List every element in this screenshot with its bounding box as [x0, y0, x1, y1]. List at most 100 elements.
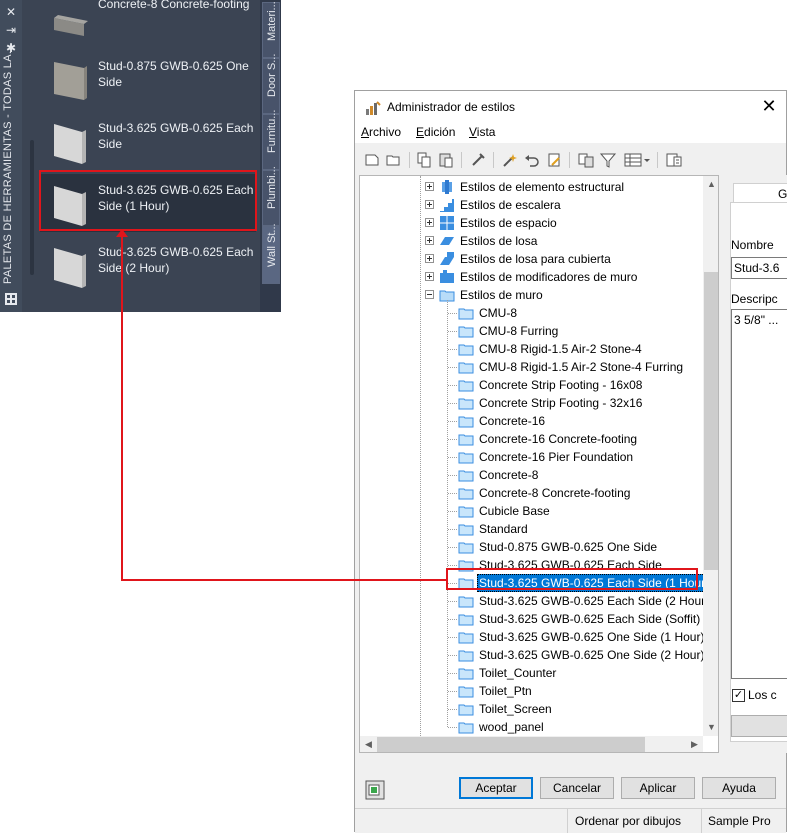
tree-scroll-thumb[interactable]	[704, 272, 718, 570]
tree-categoria-estilos-de-muro[interactable]: Estilos de muro	[360, 286, 703, 304]
undo-icon[interactable]	[523, 151, 541, 169]
tree-wall-style[interactable]: CMU-8 Rigid-1.5 Air-2 Stone-4 Furring	[360, 358, 703, 376]
description-field[interactable]: 3 5/8" ...	[731, 309, 787, 679]
style-folder-icon	[458, 719, 474, 735]
status-bar: Ordenar por dibujos Sample Pro	[355, 808, 786, 833]
tree-wall-style[interactable]: Stud-3.625 GWB-0.625 One Side (2 Hour)	[360, 646, 704, 664]
palette-item[interactable]: Stud-0.875 GWB-0.625 One Side	[40, 50, 256, 108]
tree-wall-style[interactable]: Cubicle Base	[360, 502, 703, 520]
expand-icon[interactable]	[425, 254, 434, 263]
expand-icon[interactable]	[425, 218, 434, 227]
tab-furniture[interactable]: Furnitu...	[262, 110, 280, 170]
tree-wall-style[interactable]: Standard	[360, 520, 703, 538]
filter-icon[interactable]	[599, 151, 617, 169]
help-button[interactable]: Ayuda	[702, 777, 776, 799]
palette-scrollbar[interactable]	[30, 140, 34, 275]
scroll-left-icon[interactable]: ◀	[360, 736, 377, 752]
panel-button[interactable]	[731, 715, 787, 737]
tree-wall-style[interactable]: Stud-3.625 GWB-0.625 Each Side (2 Hour)	[360, 592, 709, 610]
wall-thumbnail-icon	[50, 0, 90, 40]
scroll-down-icon[interactable]: ▼	[703, 719, 718, 736]
edit-style-icon[interactable]	[545, 151, 563, 169]
style-folder-icon	[458, 431, 474, 447]
tree-wall-style[interactable]: Stud-3.625 GWB-0.625 Each Side (Soffit)	[360, 610, 703, 628]
menu-archivo[interactable]: Archivo	[361, 125, 401, 139]
status-sort: Ordenar por dibujos	[575, 814, 682, 828]
scroll-up-icon[interactable]: ▲	[703, 176, 718, 193]
paste-icon[interactable]	[437, 151, 455, 169]
category-icon	[439, 251, 455, 267]
tree-wall-style[interactable]: Concrete-16 Pier Foundation	[360, 448, 703, 466]
expand-icon[interactable]	[425, 182, 434, 191]
name-field[interactable]: Stud-3.6	[731, 257, 787, 279]
style-folder-icon	[458, 323, 474, 339]
open-drawing-icon[interactable]	[385, 151, 403, 169]
collapse-icon[interactable]	[425, 290, 434, 299]
new-style-icon[interactable]	[501, 151, 519, 169]
tab-general[interactable]: G	[733, 183, 787, 203]
palette-item[interactable]: Stud-3.625 GWB-0.625 Each Side (2 Hour)	[40, 236, 256, 294]
style-tree[interactable]: Estilos de elemento estructural Estilos d…	[359, 175, 719, 753]
style-folder-icon	[458, 449, 474, 465]
wall-thumbnail-icon	[50, 120, 90, 164]
tree-wall-style[interactable]: Concrete Strip Footing - 16x08	[360, 376, 703, 394]
menu-edicion[interactable]: Edición	[416, 125, 455, 139]
style-folder-icon	[458, 395, 474, 411]
close-icon[interactable]: ✕	[4, 6, 18, 18]
tab-door-styles[interactable]: Door S...	[262, 54, 280, 114]
wall-thumbnail-icon	[50, 244, 90, 288]
tree-hscroll-thumb[interactable]	[377, 737, 645, 752]
tree-categoria-losa-cubierta[interactable]: Estilos de losa para cubierta	[360, 250, 703, 268]
tree-wall-style[interactable]: CMU-8	[360, 304, 703, 322]
purge-icon[interactable]	[469, 151, 487, 169]
palette-grip-icon[interactable]	[5, 293, 17, 305]
category-icon	[439, 233, 455, 249]
tree-wall-style[interactable]: CMU-8 Rigid-1.5 Air-2 Stone-4	[360, 340, 703, 358]
tab-plumbing[interactable]: Plumbi...	[262, 166, 280, 226]
tree-vertical-scrollbar[interactable]: ▲ ▼	[703, 176, 718, 736]
new-drawing-icon[interactable]	[363, 151, 381, 169]
tree-wall-style[interactable]: wood_panel	[360, 718, 703, 736]
ok-button[interactable]: Aceptar	[459, 777, 533, 799]
connector-line	[121, 579, 446, 581]
tree-wall-style[interactable]: Toilet_Ptn	[360, 682, 703, 700]
tree-categoria-escalera[interactable]: Estilos de escalera	[360, 196, 703, 214]
palette-title-strip: ✕ ⇥ ✱ PALETAS DE HERRAMIENTAS - TODAS LA…	[0, 0, 22, 312]
tree-categoria-losa[interactable]: Estilos de losa	[360, 232, 703, 250]
tree-categoria-espacio[interactable]: Estilos de espacio	[360, 214, 703, 232]
apply-button[interactable]: Aplicar	[621, 777, 695, 799]
category-icon	[439, 269, 455, 285]
tab-wall-styles[interactable]: Wall St...	[262, 223, 280, 284]
tree-wall-style[interactable]: Concrete Strip Footing - 32x16	[360, 394, 703, 412]
properties-icon[interactable]	[665, 151, 683, 169]
expand-icon[interactable]	[425, 236, 434, 245]
scroll-right-icon[interactable]: ▶	[686, 736, 703, 752]
tree-wall-style[interactable]: Stud-0.875 GWB-0.625 One Side	[360, 538, 703, 556]
tree-wall-style[interactable]: Toilet_Counter	[360, 664, 703, 682]
tree-wall-style[interactable]: Concrete-8	[360, 466, 703, 484]
tree-wall-style[interactable]: Concrete-8 Concrete-footing	[360, 484, 703, 502]
tree-wall-style[interactable]: CMU-8 Furring	[360, 322, 703, 340]
toggle-view-icon[interactable]	[365, 780, 385, 800]
checkbox[interactable]: ✓	[732, 689, 745, 702]
cancel-button[interactable]: Cancelar	[540, 777, 614, 799]
tree-categoria-modificadores-muro[interactable]: Estilos de modificadores de muro	[360, 268, 703, 286]
sort-drawings-icon[interactable]	[577, 151, 595, 169]
view-options-icon[interactable]	[623, 151, 651, 169]
style-folder-icon	[458, 647, 474, 663]
tree-wall-style[interactable]: Stud-3.625 GWB-0.625 One Side (1 Hour)	[360, 628, 704, 646]
autohide-icon[interactable]: ⇥	[4, 24, 18, 36]
tree-horizontal-scrollbar[interactable]: ◀ ▶	[360, 736, 703, 752]
expand-icon[interactable]	[425, 272, 434, 281]
palette-item[interactable]: Stud-3.625 GWB-0.625 Each Side	[40, 112, 256, 170]
close-icon[interactable]: ✕	[758, 95, 780, 117]
tree-wall-style[interactable]: Toilet_Screen	[360, 700, 703, 718]
tree-wall-style[interactable]: Concrete-16	[360, 412, 703, 430]
expand-icon[interactable]	[425, 200, 434, 209]
tree-wall-style[interactable]: Concrete-16 Concrete-footing	[360, 430, 703, 448]
tab-materials[interactable]: Materi...	[262, 1, 280, 58]
copy-icon[interactable]	[415, 151, 433, 169]
menu-vista[interactable]: Vista	[469, 125, 495, 139]
palette-item[interactable]: Concrete-8 Concrete-footing	[40, 0, 256, 46]
tree-categoria-elemento-estructural[interactable]: Estilos de elemento estructural	[360, 178, 703, 196]
